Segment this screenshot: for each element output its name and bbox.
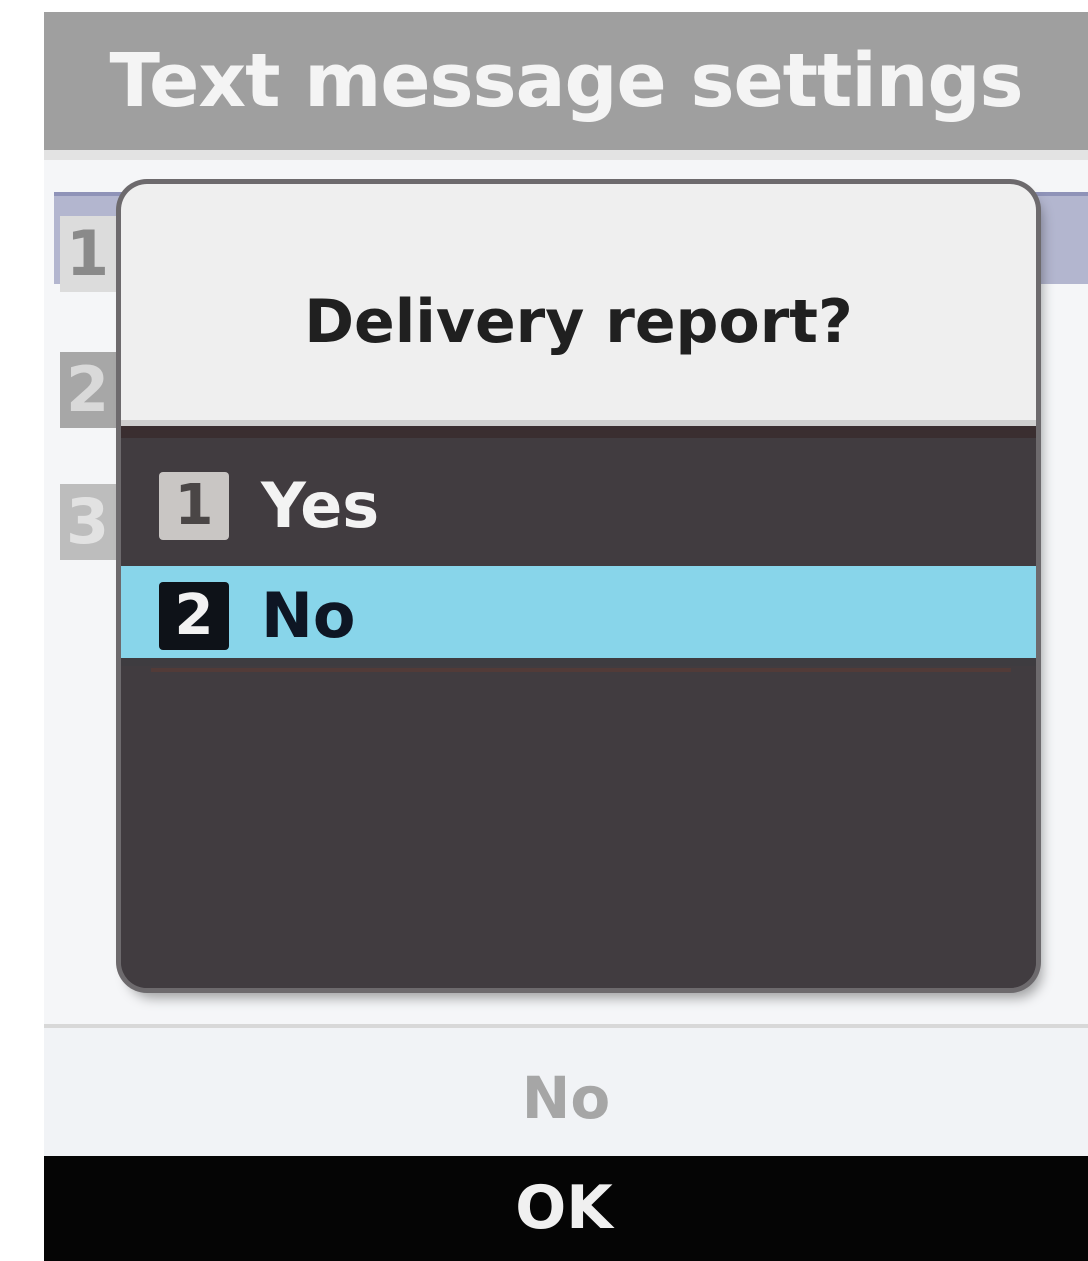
options-separator [151, 668, 1011, 672]
option-number-badge: 2 [159, 582, 229, 650]
option-label: No [261, 579, 356, 652]
dialog-title: Delivery report? [304, 287, 853, 357]
current-value: No [521, 1064, 611, 1132]
dialog-divider [121, 426, 1036, 438]
dialog-options-list: 1 Yes 2 No [121, 426, 1036, 988]
delivery-report-dialog: Delivery report? 1 Yes 2 No [121, 184, 1036, 988]
phone-screen: Text message settings 1 2 3 Delivery rep… [44, 12, 1088, 1261]
ok-button[interactable]: OK [464, 1166, 664, 1251]
option-no[interactable]: 2 No [121, 566, 1036, 666]
option-yes[interactable]: 1 Yes [121, 456, 1036, 548]
softkey-bar: OK [44, 1156, 1088, 1261]
dialog-header: Delivery report? [121, 184, 1036, 426]
option-number-badge: 1 [159, 472, 229, 540]
list-item-number: 1 [60, 216, 120, 292]
screen-title: Text message settings [44, 12, 1088, 150]
current-value-area: No [44, 1024, 1088, 1156]
list-item-number: 2 [60, 352, 120, 428]
list-item-number: 3 [60, 484, 120, 560]
option-label: Yes [261, 469, 380, 542]
title-divider [44, 150, 1088, 160]
